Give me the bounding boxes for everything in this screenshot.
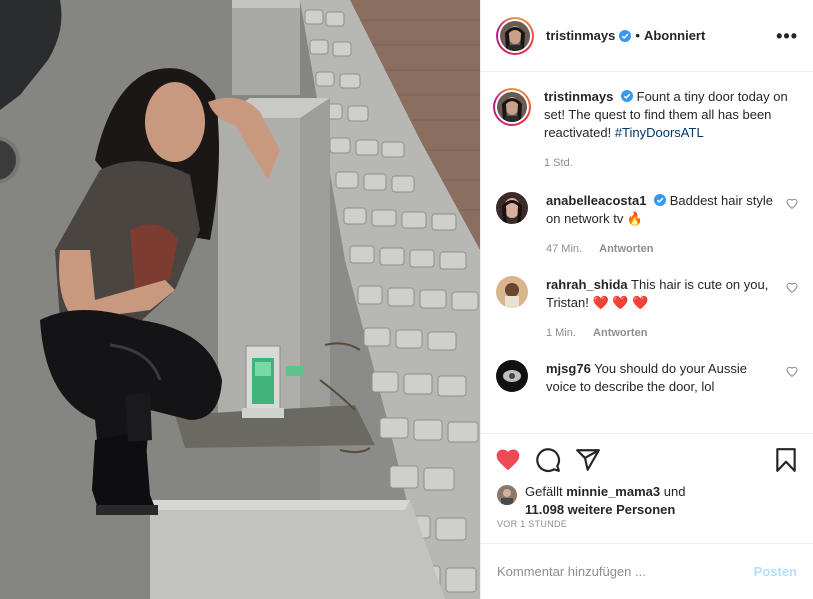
post-comment-button[interactable]: Posten — [754, 564, 797, 579]
add-comment-bar: Posten — [481, 543, 813, 599]
photo-scene — [0, 0, 480, 599]
like-heart-icon[interactable] — [495, 447, 521, 473]
post-caption: tristinmays Fount a tiny door today on s… — [493, 88, 798, 172]
post-header: tristinmays • Abonniert ••• — [481, 0, 813, 72]
post-timestamp[interactable]: VOR 1 STUNDE — [481, 519, 813, 543]
comment-item: rahrah_shida This hair is cute on you, T… — [496, 276, 798, 342]
liker-avatar[interactable] — [497, 485, 517, 505]
commenter-avatar-image — [496, 192, 528, 224]
comment-like-heart-icon[interactable] — [786, 198, 798, 210]
author-avatar-image — [500, 20, 530, 51]
commenter-avatar[interactable] — [496, 276, 528, 308]
caption-avatar-image — [497, 92, 527, 122]
reply-button[interactable]: Antworten — [599, 243, 653, 255]
comment-bubble-icon[interactable] — [535, 447, 561, 473]
follow-status-button[interactable]: Abonniert — [644, 28, 705, 43]
commenter-avatar[interactable] — [496, 192, 528, 224]
post-sidebar: tristinmays • Abonniert ••• tristinmays … — [480, 0, 813, 599]
likes-count-link[interactable]: 11.098 weitere Personen — [525, 502, 675, 517]
commenter-avatar[interactable] — [496, 360, 528, 392]
comment-like-heart-icon[interactable] — [786, 282, 798, 294]
verified-badge-icon — [619, 29, 632, 42]
post-actions-bar — [481, 433, 813, 485]
commenter-avatar-image — [496, 360, 528, 392]
first-liker-username[interactable]: minnie_mama3 — [566, 484, 660, 499]
comment-time: 47 Min. — [546, 243, 583, 255]
verified-badge-icon — [621, 90, 633, 102]
caption-time: 1 Std. — [544, 157, 573, 169]
share-paper-plane-icon[interactable] — [575, 447, 601, 473]
comment-item: mjsg76 You should do your Aussie voice t… — [496, 360, 798, 396]
comment-input[interactable] — [497, 564, 754, 579]
likes-connector: und — [660, 484, 686, 499]
instagram-post-modal: tristinmays • Abonniert ••• tristinmays … — [0, 0, 813, 599]
caption-avatar[interactable] — [493, 88, 531, 126]
caption-username[interactable]: tristinmays — [544, 89, 613, 104]
likes-prefix: Gefällt — [525, 484, 567, 499]
more-options-icon[interactable]: ••• — [776, 27, 798, 45]
comments-list[interactable]: tristinmays Fount a tiny door today on s… — [481, 72, 813, 433]
separator-dot: • — [635, 28, 640, 43]
commenter-avatar-image — [496, 276, 528, 308]
post-photo[interactable] — [0, 0, 480, 599]
liker-avatar-image — [497, 485, 517, 505]
comment-username[interactable]: rahrah_shida — [546, 277, 628, 292]
comment-time: 1 Min. — [546, 327, 576, 339]
comment-like-heart-icon[interactable] — [786, 366, 798, 378]
reply-button[interactable]: Antworten — [593, 327, 647, 339]
comment-username[interactable]: anabelleacosta1 — [546, 193, 646, 208]
verified-badge-icon — [654, 194, 667, 206]
author-username[interactable]: tristinmays — [546, 28, 615, 43]
comment-username[interactable]: mjsg76 — [546, 361, 591, 376]
save-bookmark-icon[interactable] — [773, 447, 799, 473]
author-avatar[interactable] — [496, 16, 534, 55]
comment-item: anabelleacosta1 Baddest hair style on ne… — [496, 192, 798, 258]
caption-hashtag[interactable]: #TinyDoorsATL — [615, 125, 704, 140]
